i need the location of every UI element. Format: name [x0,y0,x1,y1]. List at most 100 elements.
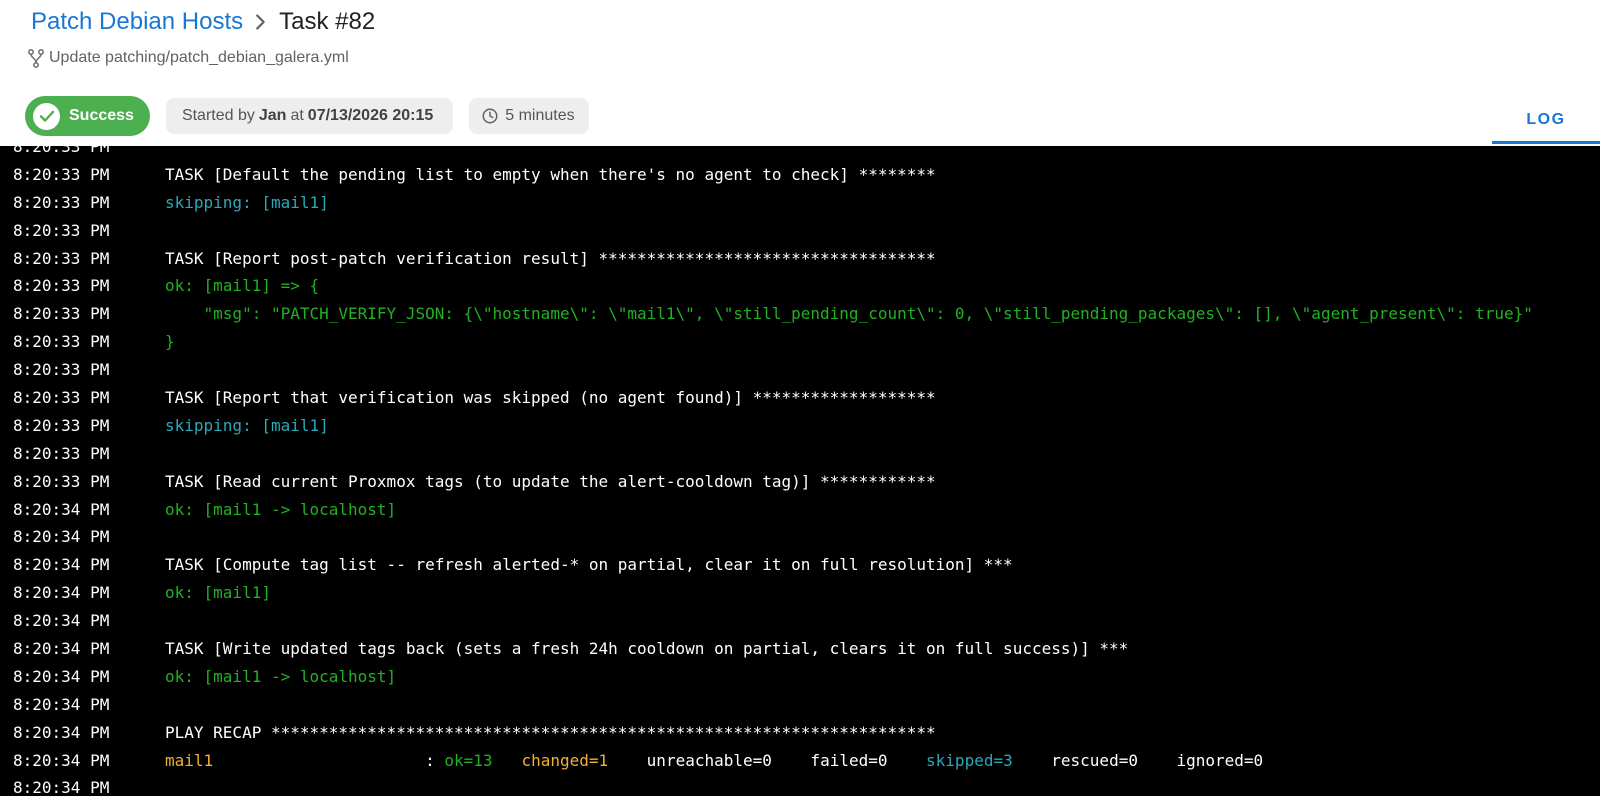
log-message: skipping: [mail1] [165,189,329,217]
log-line: 8:20:34 PM ok: [mail1] [0,579,1600,607]
log-line: 8:20:33 PM} [0,328,1600,356]
started-user: Jan [258,107,287,124]
log-timestamp: 8:20:33 PM [13,360,110,380]
started-by-chip: Started by Jan at 07/13/2026 20:15 [165,98,454,134]
log-timestamp: 8:20:34 PM [13,694,110,714]
log-timestamp: 8:20:33 PM [13,415,110,435]
log-line: 8:20:34 PM [0,691,1600,719]
active-tab-indicator [1492,141,1600,144]
log-segment: TASK [Default the pending list to empty … [165,164,936,184]
log-line: 8:20:34 PM ok: [mail1 -> localhost] [0,496,1600,524]
log-line: 8:20:33 PM skipping: [mail1] [0,189,1600,217]
log-segment: "msg": "PATCH_VERIFY_JSON: {\"hostname\"… [165,304,1533,324]
log-timestamp: 8:20:34 PM [13,499,110,519]
task-meta-chips: Success Started by Jan at 07/13/2026 20:… [25,96,605,136]
log-segment: ok: [mail1] => { [165,276,320,296]
log-line: 8:20:34 PM TASK [Write updated tags back … [0,635,1600,663]
chevron-right-icon [249,9,275,35]
log-message: TASK [Report that verification was skipp… [165,384,936,412]
log-message: ok: [mail1] [165,579,271,607]
log-message: TASK [Read current Proxmox tags (to upda… [165,468,936,496]
log-segment: unreachable=0 failed=0 [608,750,927,770]
log-timestamp: 8:20:33 PM [13,146,110,156]
tab-log-label: LOG [1526,111,1566,128]
log-line: 8:20:34 PM mail1 : ok=13 changed=1 unreac… [0,747,1600,775]
status-badge: Success [25,96,150,136]
log-segment: skipped=3 [926,750,1013,770]
log-line: 8:20:34 PM ok: [mail1 -> localhost] [0,663,1600,691]
started-at-word: at [290,107,304,124]
log-message: TASK [Compute tag list -- refresh alerte… [165,551,1013,579]
tab-log[interactable]: LOG [1492,96,1600,144]
breadcrumb-template-link[interactable]: Patch Debian Hosts [31,8,243,36]
log-line: 8:20:33 PM "msg": "PATCH_VERIFY_JSON: {\… [0,300,1600,328]
started-prefix: Started by [181,107,255,124]
page-title: Task #82 [279,8,376,35]
log-message: "msg": "PATCH_VERIFY_JSON: {\"hostname\"… [165,300,1533,328]
log-segment: ok=13 [444,750,493,770]
log-message: } [165,328,175,356]
log-timestamp: 8:20:33 PM [13,443,110,463]
log-message: TASK [Default the pending list to empty … [165,161,936,189]
log-line: 8:20:34 PM PLAY RECAP *******************… [0,719,1600,747]
log-message: TASK [Write updated tags back (sets a fr… [165,635,1128,663]
log-timestamp: 8:20:33 PM [13,220,110,240]
log-message: ok: [mail1 -> localhost] [165,496,396,524]
log-segment: changed=1 [521,750,609,770]
log-lines: 8:20:33 PM 8:20:33 PM TASK [Default the pe… [0,146,1600,796]
log-segment: skipping: [mail1] [165,415,329,435]
log-timestamp: 8:20:33 PM [13,164,110,184]
log-segment: : [213,750,445,770]
git-branch-icon [27,48,45,68]
log-line: 8:20:33 PM TASK [Report post-patch verifi… [0,245,1600,273]
log-line: 8:20:33 PM TASK [Report that verification… [0,384,1600,412]
log-segment: TASK [Read current Proxmox tags (to upda… [165,471,936,491]
log-timestamp: 8:20:34 PM [13,527,110,547]
duration-text: 5 minutes [505,107,575,124]
commit-info: Update patching/patch_debian_galera.yml [27,48,349,68]
log-timestamp: 8:20:34 PM [13,666,110,686]
log-timestamp: 8:20:33 PM [13,248,110,268]
log-timestamp: 8:20:34 PM [13,722,110,742]
log-timestamp: 8:20:33 PM [13,332,110,352]
log-line: 8:20:33 PM [0,440,1600,468]
log-segment: PLAY RECAP *****************************… [165,722,936,742]
commit-message: Update patching/patch_debian_galera.yml [49,49,349,66]
log-timestamp: 8:20:33 PM [13,471,110,491]
log-timestamp: 8:20:34 PM [13,555,110,575]
started-datetime: 07/13/2026 20:15 [307,107,434,124]
task-header: Patch Debian Hosts Task #82 Update patch… [0,0,1600,146]
log-line: 8:20:34 PM [0,607,1600,635]
log-message: ok: [mail1 -> localhost] [165,663,396,691]
log-message: mail1 : ok=13 changed=1 unreachable=0 fa… [165,747,1263,775]
log-timestamp: 8:20:34 PM [13,778,110,796]
log-segment: ok: [mail1] [165,583,271,603]
log-segment [493,751,522,770]
log-timestamp: 8:20:33 PM [13,304,110,324]
log-line: 8:20:34 PM [0,774,1600,796]
status-label: Success [69,107,134,124]
log-timestamp: 8:20:34 PM [13,639,110,659]
log-message: TASK [Report post-patch verification res… [165,245,936,273]
log-segment: TASK [Compute tag list -- refresh alerte… [165,555,1013,575]
log-line: 8:20:34 PM [0,523,1600,551]
log-segment: rescued=0 ignored=0 [1012,750,1264,770]
log-timestamp: 8:20:33 PM [13,192,110,212]
log-segment: TASK [Write updated tags back (sets a fr… [165,639,1129,659]
log-message: PLAY RECAP *****************************… [165,719,936,747]
log-timestamp: 8:20:34 PM [13,583,110,603]
log-output[interactable]: 8:20:33 PM 8:20:33 PM TASK [Default the pe… [0,146,1600,796]
log-line: 8:20:33 PM ok: [mail1] => { [0,272,1600,300]
log-line: 8:20:33 PM [0,146,1600,161]
duration-chip: 5 minutes [469,98,589,134]
log-line: 8:20:33 PM [0,356,1600,384]
log-timestamp: 8:20:33 PM [13,388,110,408]
log-segment: } [165,332,175,352]
log-line: 8:20:33 PM TASK [Default the pending list… [0,161,1600,189]
breadcrumb: Patch Debian Hosts Task #82 [31,5,375,39]
log-segment: mail1 [165,750,214,770]
log-segment: ok: [mail1 -> localhost] [165,499,397,519]
log-timestamp: 8:20:34 PM [13,750,110,770]
log-line: 8:20:34 PM TASK [Compute tag list -- refr… [0,551,1600,579]
log-timestamp: 8:20:33 PM [13,276,110,296]
